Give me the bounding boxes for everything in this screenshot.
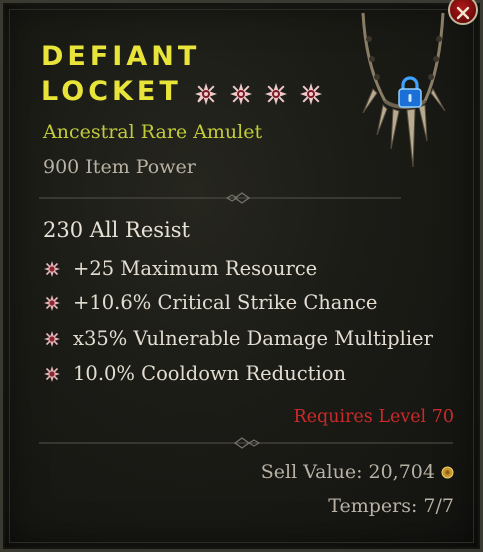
implicit-stat: 230 All Resist	[43, 218, 190, 242]
item-type: Ancestral Rare Amulet	[43, 121, 263, 143]
close-icon	[456, 6, 470, 20]
greater-affix-icon	[44, 330, 60, 347]
affix-row: x35% Vulnerable Damage Multiplier	[43, 327, 433, 350]
sell-value: Sell Value: 20,704	[261, 461, 454, 483]
greater-affix-icon	[299, 83, 322, 105]
greater-affix-icon	[44, 260, 60, 277]
divider	[39, 437, 453, 449]
lock-icon[interactable]	[395, 75, 425, 109]
affix-row: +25 Maximum Resource	[43, 257, 317, 280]
item-name-line-2: LOCKET	[41, 76, 182, 107]
divider	[39, 192, 401, 204]
item-power: 900 Item Power	[43, 156, 196, 178]
affix-text: x35% Vulnerable Damage Multiplier	[73, 327, 433, 350]
greater-affix-icon	[44, 294, 60, 311]
item-name: DEFIANT LOCKET	[41, 39, 334, 109]
gold-coin-icon	[441, 466, 454, 478]
sell-value-text: Sell Value: 20,704	[260, 461, 435, 483]
affix-text: +25 Maximum Resource	[73, 257, 318, 280]
greater-affix-icon	[44, 365, 60, 382]
affix-text: 10.0% Cooldown Reduction	[73, 362, 347, 385]
greater-affix-icon	[264, 83, 287, 105]
affix-text: +10.6% Critical Strike Chance	[73, 291, 378, 314]
close-button[interactable]	[448, 0, 478, 25]
level-requirement: Requires Level 70	[293, 407, 454, 427]
affix-row: 10.0% Cooldown Reduction	[43, 362, 346, 385]
greater-affix-icon	[229, 83, 252, 105]
greater-affix-row	[194, 74, 334, 109]
item-name-line-1: DEFIANT	[41, 41, 201, 72]
greater-affix-icon	[194, 83, 217, 105]
item-tooltip: DEFIANT LOCKET Ancestral Rare Amulet 900…	[0, 0, 483, 552]
affix-row: +10.6% Critical Strike Chance	[43, 291, 377, 314]
tempers: Tempers: 7/7	[328, 495, 454, 517]
